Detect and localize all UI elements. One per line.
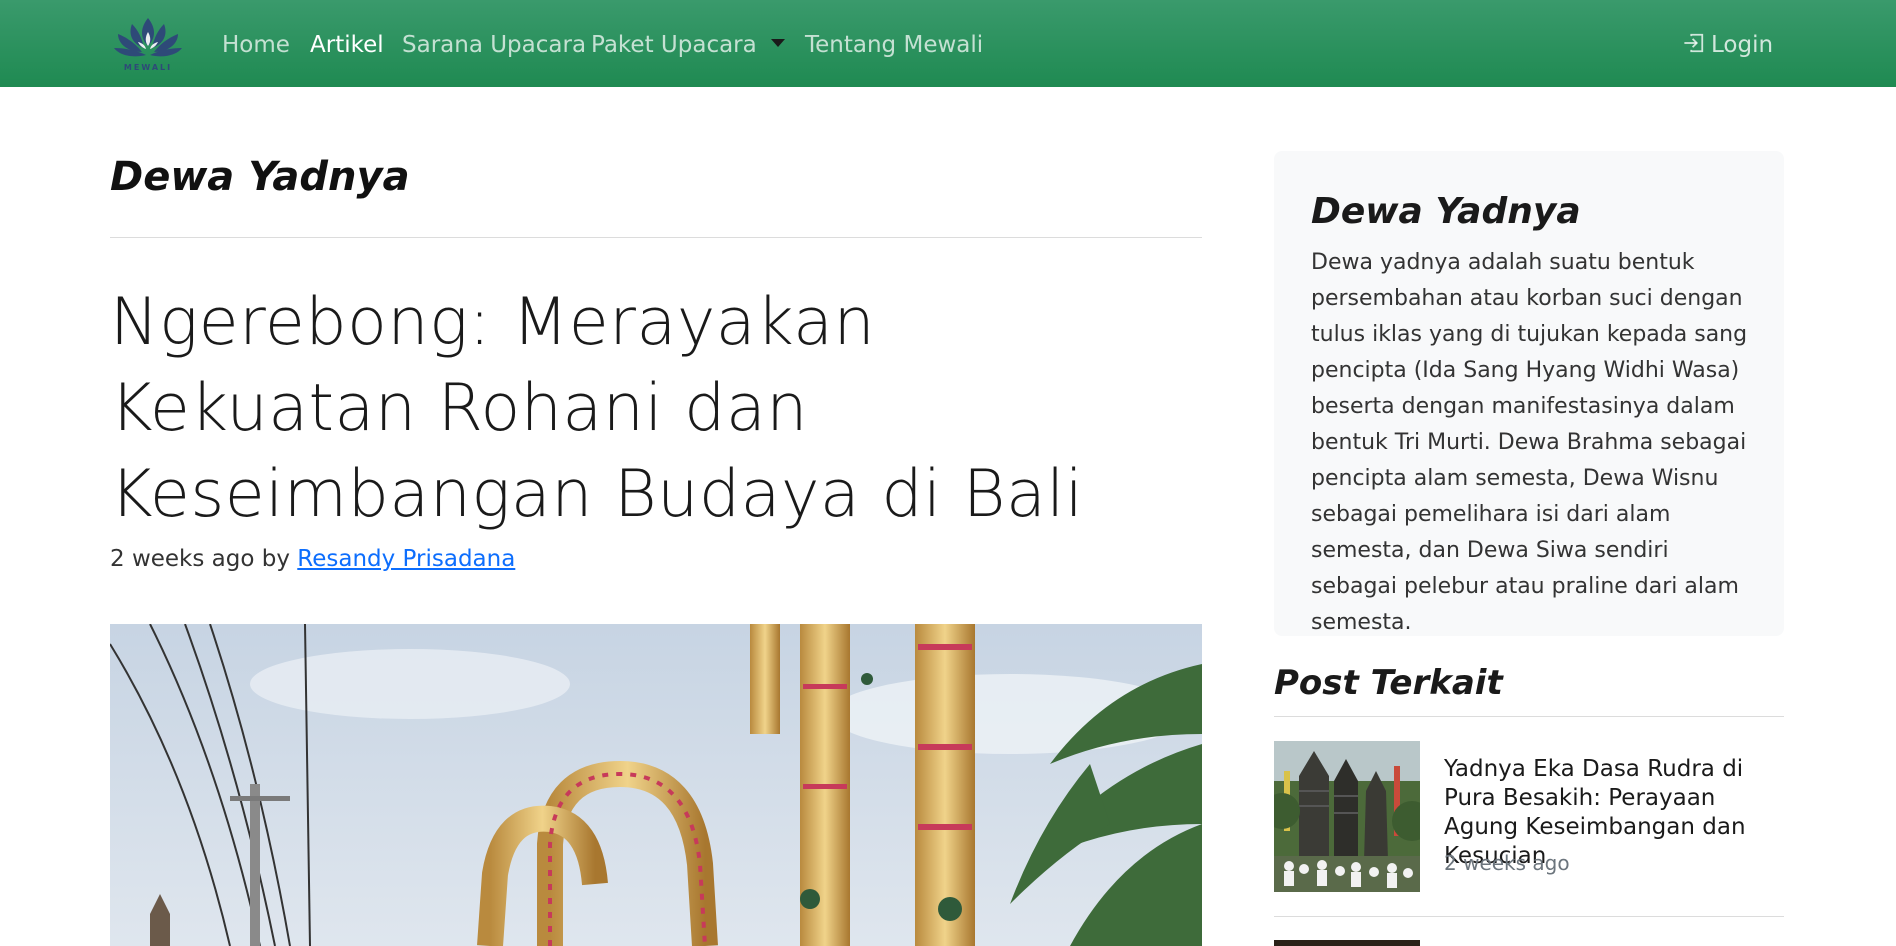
dropdown-caret-icon bbox=[770, 38, 785, 47]
related-post-thumbnail[interactable] bbox=[1274, 940, 1420, 946]
article-title: Ngerebong: Merayakan Kekuatan Rohani dan… bbox=[110, 285, 1084, 532]
nav-artikel[interactable]: Artikel bbox=[310, 30, 384, 60]
nav-paket-upacara-dropdown[interactable]: Paket Upacara bbox=[591, 30, 785, 60]
article-meta: 2 weeks ago by Resandy Prisadana bbox=[110, 544, 515, 574]
related-post-time: 2 weeks ago bbox=[1444, 851, 1570, 875]
nav-sarana-upacara[interactable]: Sarana Upacara bbox=[402, 30, 586, 60]
login-link[interactable]: Login bbox=[1683, 30, 1773, 60]
article-hero-image bbox=[110, 624, 1202, 946]
article-time: 2 weeks ago by bbox=[110, 546, 290, 572]
navbar: MEWALI Home Artikel Sarana Upacara Paket… bbox=[0, 0, 1896, 87]
related-post-thumbnail[interactable] bbox=[1274, 741, 1420, 892]
related-posts-heading: Post Terkait bbox=[1274, 663, 1503, 703]
category-info-card: Dewa Yadnya Dewa yadnya adalah suatu ben… bbox=[1274, 151, 1784, 636]
logo-wordmark: MEWALI bbox=[124, 63, 172, 72]
category-title: Dewa Yadnya bbox=[110, 154, 410, 200]
nav-paket-upacara-label: Paket Upacara bbox=[591, 32, 757, 58]
card-description: Dewa yadnya adalah suatu bentuk persemba… bbox=[1311, 250, 1748, 635]
mewali-logo[interactable]: MEWALI bbox=[110, 12, 186, 74]
nav-tentang-mewali[interactable]: Tentang Mewali bbox=[805, 30, 983, 60]
divider bbox=[1274, 716, 1784, 717]
author-link[interactable]: Resandy Prisadana bbox=[297, 546, 515, 572]
divider bbox=[1274, 916, 1784, 917]
card-title: Dewa Yadnya bbox=[1311, 191, 1581, 232]
nav-home[interactable]: Home bbox=[222, 30, 290, 60]
login-label: Login bbox=[1711, 32, 1774, 58]
divider bbox=[110, 237, 1202, 238]
login-icon bbox=[1684, 33, 1704, 52]
